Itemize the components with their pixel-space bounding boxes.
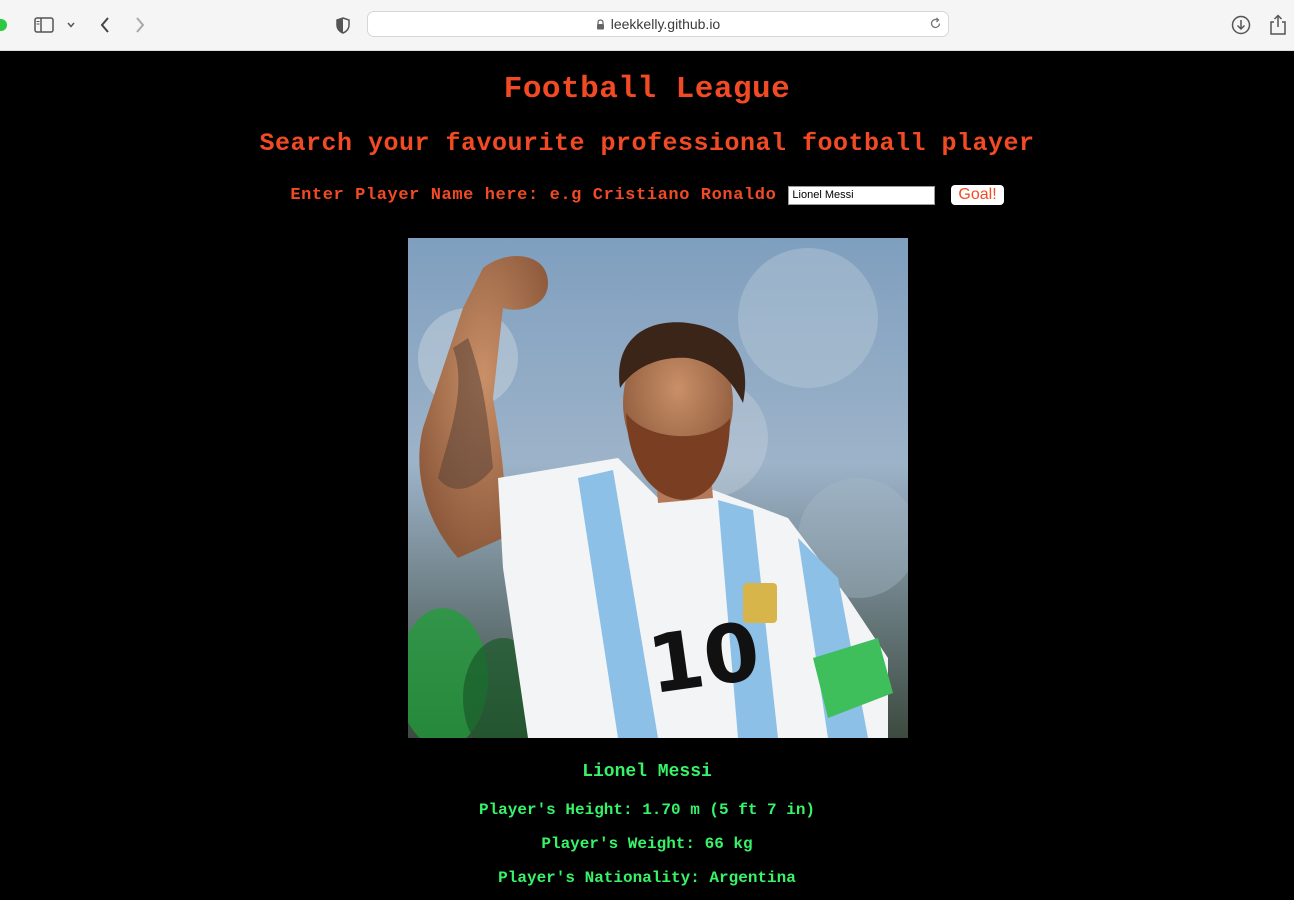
privacy-shield-icon[interactable] [334, 13, 352, 37]
lock-icon [596, 17, 605, 33]
player-name: Lionel Messi [582, 762, 712, 782]
address-url: leekkelly.github.io [610, 16, 721, 32]
back-arrow-icon[interactable] [96, 13, 114, 37]
search-form: Enter Player Name here: e.g Cristiano Ro… [0, 183, 1294, 207]
forward-arrow-icon[interactable] [131, 13, 149, 37]
share-icon[interactable] [1267, 13, 1289, 37]
goal-search-button[interactable]: Goal! [951, 185, 1004, 205]
player-weight: Player's Weight: 66 kg [541, 835, 753, 853]
sidebar-toggle-icon[interactable] [33, 13, 55, 37]
player-height: Player's Height: 1.70 m (5 ft 7 in) [478, 801, 816, 819]
player-search-input[interactable] [788, 185, 936, 205]
download-icon[interactable] [1229, 13, 1253, 37]
page-title: Football League [503, 72, 791, 107]
search-label: Enter Player Name here: e.g Cristiano Ro… [290, 185, 777, 205]
player-photo: 10 [408, 238, 908, 738]
browser-toolbar: leekkelly.github.io [0, 0, 1294, 51]
page-content: Football League Search your favourite pr… [0, 51, 1294, 900]
address-bar[interactable]: leekkelly.github.io [367, 11, 949, 37]
player-nationality: Player's Nationality: Argentina [498, 869, 796, 887]
window-zoom-button[interactable] [0, 19, 7, 31]
reload-icon[interactable] [929, 17, 942, 35]
page-subtitle: Search your favourite professional footb… [259, 129, 1035, 158]
chevron-down-icon[interactable] [64, 13, 78, 37]
